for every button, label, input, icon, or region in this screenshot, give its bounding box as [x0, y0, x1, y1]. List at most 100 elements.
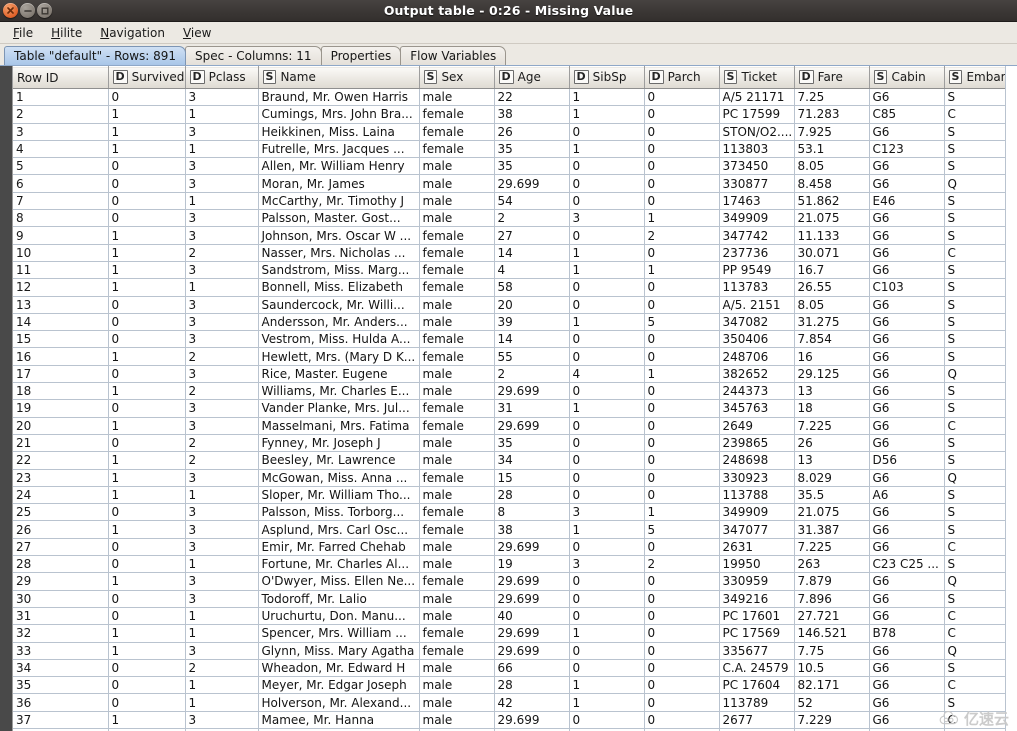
- cell-name[interactable]: Palsson, Miss. Torborg...: [258, 503, 420, 522]
- cell-embar[interactable]: S: [944, 88, 1005, 107]
- cell-name[interactable]: Rice, Master. Eugene: [258, 365, 420, 384]
- cell-sex[interactable]: female: [419, 469, 495, 487]
- cell-pclass[interactable]: 1: [185, 607, 259, 626]
- cell-sibsp[interactable]: 3: [569, 503, 645, 522]
- cell-cabin[interactable]: G6: [869, 434, 945, 453]
- cell-sex[interactable]: male: [419, 538, 495, 557]
- cell-parch[interactable]: 0: [644, 330, 720, 349]
- cell-cabin[interactable]: G6: [869, 520, 945, 539]
- table-row[interactable]: 22 1 2 Beesley, Mr. Lawrence male 34 0 0 248698 1…: [13, 451, 1005, 470]
- cell-survived[interactable]: 0: [108, 590, 186, 608]
- table-row[interactable]: 7 0 1 McCarthy, Mr. Timothy Jmale 54 0 0 17463 5…: [13, 192, 1005, 211]
- row-id-cell[interactable]: 18: [13, 382, 109, 401]
- cell-pclass[interactable]: 1: [185, 486, 259, 505]
- cell-cabin[interactable]: G6: [869, 590, 945, 608]
- cell-ticket[interactable]: 248698: [719, 451, 795, 470]
- cell-age[interactable]: 29.699: [494, 572, 570, 591]
- cell-parch[interactable]: 0: [644, 607, 720, 626]
- cell-sibsp[interactable]: 1: [569, 676, 645, 695]
- cell-survived[interactable]: 0: [108, 192, 186, 211]
- cell-sibsp[interactable]: 1: [569, 140, 645, 159]
- table-row[interactable]: 34 0 2 Wheadon, Mr. Edward Hmale 66 0 0 C.A. 24…: [13, 659, 1005, 678]
- cell-parch[interactable]: 0: [644, 105, 720, 124]
- cell-ticket[interactable]: 345763: [719, 399, 795, 418]
- cell-sex[interactable]: female: [419, 417, 495, 435]
- cell-age[interactable]: 14: [494, 330, 570, 349]
- row-id-cell[interactable]: 11: [13, 261, 109, 280]
- cell-ticket[interactable]: 2677: [719, 711, 795, 729]
- cell-fare[interactable]: 30.071: [794, 244, 870, 262]
- cell-pclass[interactable]: 3: [185, 209, 259, 228]
- cell-pclass[interactable]: 2: [185, 434, 259, 453]
- cell-fare[interactable]: 13: [794, 382, 870, 401]
- cell-cabin[interactable]: G6: [869, 88, 945, 107]
- cell-ticket[interactable]: 17463: [719, 192, 795, 211]
- cell-fare[interactable]: 8.029: [794, 469, 870, 487]
- row-id-cell[interactable]: 25: [13, 503, 109, 522]
- table-row[interactable]: 1 0 3 Braund, Mr. Owen Harris male 22 1 0 A/5 21…: [13, 88, 1005, 107]
- cell-pclass[interactable]: 3: [185, 469, 259, 487]
- cell-age[interactable]: 40: [494, 607, 570, 626]
- cell-survived[interactable]: 1: [108, 226, 186, 245]
- cell-survived[interactable]: 0: [108, 365, 186, 384]
- cell-fare[interactable]: 52: [794, 693, 870, 712]
- cell-pclass[interactable]: 3: [185, 226, 259, 245]
- row-id-cell[interactable]: 21: [13, 434, 109, 453]
- cell-sex[interactable]: female: [419, 226, 495, 245]
- cell-age[interactable]: 29.699: [494, 590, 570, 608]
- tab-flow-variables[interactable]: Flow Variables: [400, 46, 507, 65]
- cell-survived[interactable]: 1: [108, 278, 186, 297]
- cell-ticket[interactable]: A/5 21171: [719, 88, 795, 107]
- cell-ticket[interactable]: 335677: [719, 642, 795, 660]
- cell-ticket[interactable]: 349909: [719, 503, 795, 522]
- cell-parch[interactable]: 0: [644, 382, 720, 401]
- table-row[interactable]: 20 1 3 Masselmani, Mrs. Fatima female 29.699 0…: [13, 417, 1005, 435]
- cell-sex[interactable]: female: [419, 278, 495, 297]
- cell-sibsp[interactable]: 0: [569, 659, 645, 678]
- cell-survived[interactable]: 0: [108, 693, 186, 712]
- column-header-age[interactable]: D Age: [494, 66, 570, 89]
- cell-sibsp[interactable]: 0: [569, 590, 645, 608]
- column-header-sibsp[interactable]: D SibSp: [569, 66, 645, 89]
- cell-cabin[interactable]: G6: [869, 642, 945, 660]
- cell-sibsp[interactable]: 4: [569, 365, 645, 384]
- cell-cabin[interactable]: G6: [869, 607, 945, 626]
- cell-fare[interactable]: 7.225: [794, 538, 870, 557]
- cell-name[interactable]: Holverson, Mr. Alexand...: [258, 693, 420, 712]
- row-id-cell[interactable]: 7: [13, 192, 109, 211]
- cell-parch[interactable]: 2: [644, 555, 720, 574]
- table-row[interactable]: 15 0 3 Vestrom, Miss. Hulda A... female 14 0 0 3…: [13, 330, 1005, 349]
- cell-parch[interactable]: 0: [644, 347, 720, 366]
- cell-age[interactable]: 66: [494, 659, 570, 678]
- cell-ticket[interactable]: 330959: [719, 572, 795, 591]
- cell-name[interactable]: Uruchurtu, Don. Manu...: [258, 607, 420, 626]
- cell-pclass[interactable]: 1: [185, 693, 259, 712]
- cell-age[interactable]: 27: [494, 226, 570, 245]
- cell-sex[interactable]: female: [419, 105, 495, 124]
- minimize-icon[interactable]: [20, 3, 35, 18]
- cell-name[interactable]: Heikkinen, Miss. Laina: [258, 123, 420, 141]
- cell-cabin[interactable]: G6: [869, 469, 945, 487]
- cell-sex[interactable]: male: [419, 659, 495, 678]
- cell-parch[interactable]: 0: [644, 624, 720, 643]
- row-id-cell[interactable]: 2: [13, 105, 109, 124]
- row-id-cell[interactable]: 23: [13, 469, 109, 487]
- cell-pclass[interactable]: 3: [185, 365, 259, 384]
- row-id-cell[interactable]: 37: [13, 711, 109, 729]
- cell-fare[interactable]: 8.05: [794, 296, 870, 314]
- cell-parch[interactable]: 0: [644, 486, 720, 505]
- cell-name[interactable]: Moran, Mr. James: [258, 174, 420, 193]
- cell-sex[interactable]: male: [419, 174, 495, 193]
- cell-parch[interactable]: 0: [644, 244, 720, 262]
- table-row[interactable]: 31 0 1 Uruchurtu, Don. Manu... male 40 0 0 PC 17…: [13, 607, 1005, 626]
- cell-fare[interactable]: 27.721: [794, 607, 870, 626]
- cell-age[interactable]: 42: [494, 693, 570, 712]
- cell-embar[interactable]: S: [944, 347, 1005, 366]
- row-id-cell[interactable]: 32: [13, 624, 109, 643]
- cell-fare[interactable]: 18: [794, 399, 870, 418]
- cell-ticket[interactable]: 350406: [719, 330, 795, 349]
- cell-sex[interactable]: male: [419, 313, 495, 332]
- cell-sibsp[interactable]: 3: [569, 555, 645, 574]
- cell-fare[interactable]: 29.125: [794, 365, 870, 384]
- cell-ticket[interactable]: 347082: [719, 313, 795, 332]
